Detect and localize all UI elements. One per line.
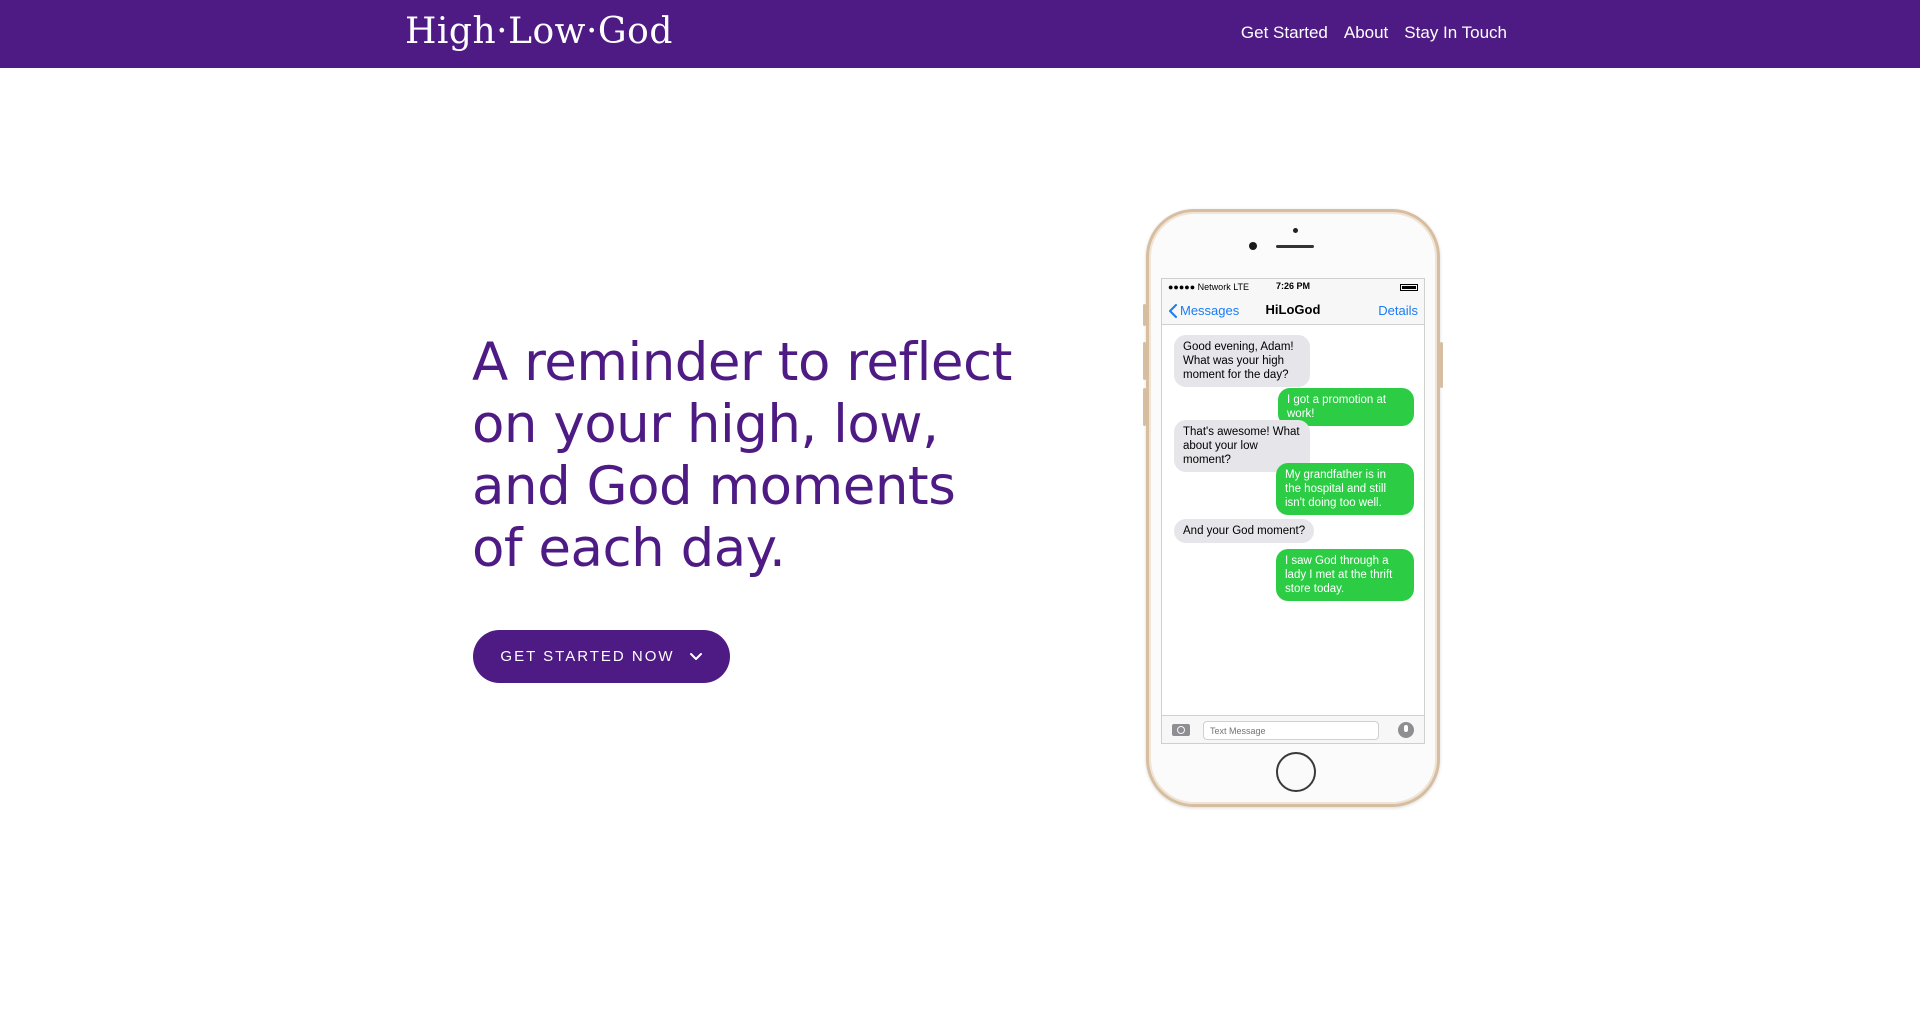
outgoing-message: I saw God through a lady I met at the th… — [1276, 549, 1414, 601]
home-button[interactable] — [1276, 752, 1316, 792]
microphone-icon[interactable] — [1398, 722, 1414, 738]
headline-line: on your high, low, — [472, 394, 939, 455]
headline-line: of each day. — [472, 518, 786, 579]
chevron-down-icon — [689, 652, 702, 660]
phone-mockup: ●●●●● Network LTE 7:26 PM Messages HiLoG… — [1143, 209, 1443, 807]
incoming-message: And your God moment? — [1174, 519, 1315, 543]
top-navbar: High·Low·God Get Started About Stay In T… — [0, 0, 1920, 68]
phone-side-button — [1143, 304, 1146, 326]
hero-headline: A reminder to reflect on your high, low,… — [472, 332, 1012, 580]
message-thread: Good evening, Adam! What was your high m… — [1162, 325, 1424, 713]
site-logo[interactable]: High·Low·God — [405, 8, 673, 56]
status-time: 7:26 PM — [1276, 281, 1311, 291]
incoming-message: Good evening, Adam! What was your high m… — [1174, 335, 1310, 387]
nav-links: Get Started About Stay In Touch — [1241, 20, 1507, 46]
get-started-now-button[interactable]: GET STARTED NOW — [473, 630, 730, 683]
camera-icon[interactable] — [1172, 724, 1190, 736]
messages-header: Messages HiLoGod Details — [1162, 295, 1424, 325]
details-link[interactable]: Details — [1378, 303, 1418, 318]
compose-bar — [1162, 715, 1424, 743]
headline-line: and God moments — [472, 456, 956, 517]
outgoing-message: My grandfather is in the hospital and st… — [1276, 463, 1414, 515]
nav-about[interactable]: About — [1344, 20, 1388, 46]
status-bar: ●●●●● Network LTE 7:26 PM — [1162, 279, 1424, 295]
phone-side-button — [1440, 342, 1443, 388]
cta-label: GET STARTED NOW — [500, 648, 675, 665]
proximity-sensor — [1293, 228, 1298, 233]
battery-icon — [1400, 283, 1418, 291]
earpiece-speaker — [1276, 245, 1314, 248]
headline-line: A reminder to reflect — [472, 332, 1012, 393]
phone-screen: ●●●●● Network LTE 7:26 PM Messages HiLoG… — [1161, 278, 1425, 744]
nav-get-started[interactable]: Get Started — [1241, 20, 1328, 46]
phone-side-button — [1143, 388, 1146, 426]
front-camera — [1249, 242, 1257, 250]
carrier-label: ●●●●● Network LTE — [1168, 282, 1250, 292]
text-message-input[interactable] — [1203, 721, 1379, 740]
phone-side-button — [1143, 342, 1146, 380]
nav-stay-in-touch[interactable]: Stay In Touch — [1404, 20, 1507, 46]
